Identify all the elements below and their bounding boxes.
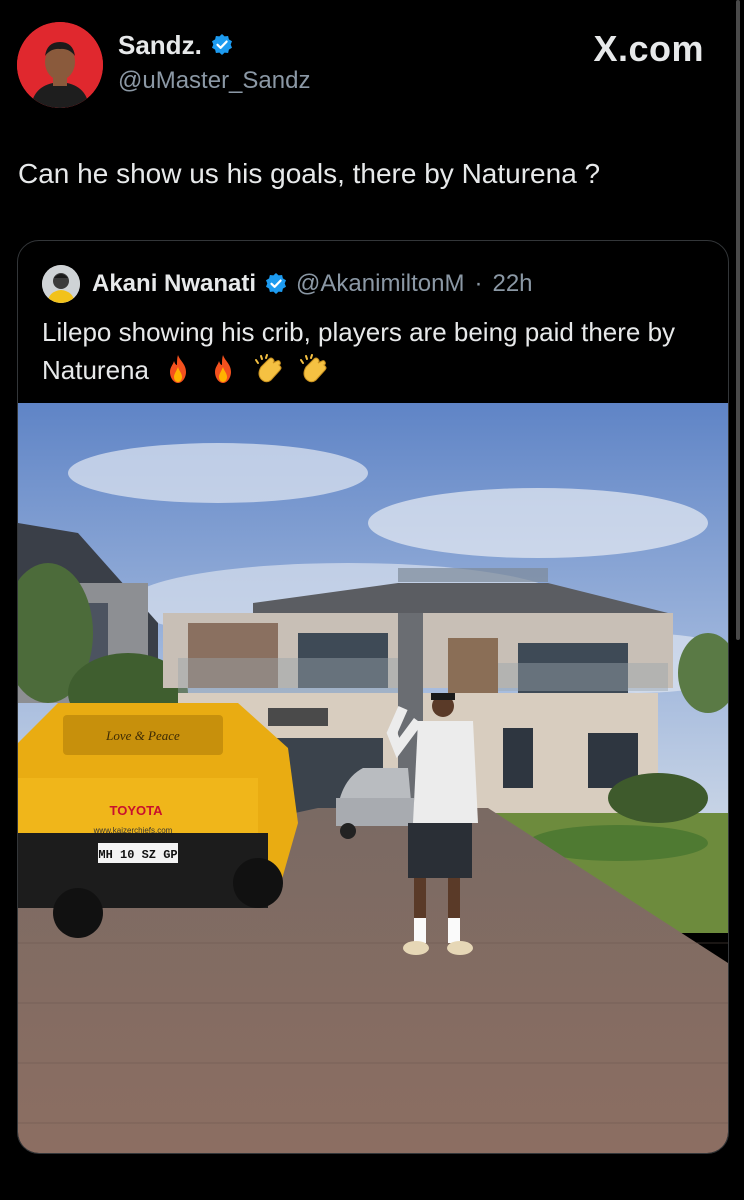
tweet-screenshot: Sandz. @uMaster_Sandz X.com Can he show … bbox=[0, 0, 744, 1200]
x-brand-logo: X.com bbox=[593, 28, 704, 69]
quoted-tweet-text-content: Lilepo showing his crib, players are bei… bbox=[42, 317, 676, 385]
author-name[interactable]: Sandz. bbox=[118, 30, 202, 60]
author-name-row[interactable]: Sandz. bbox=[118, 30, 234, 60]
verified-badge-icon bbox=[211, 34, 232, 55]
quoted-tweet-header: Akani Nwanati @AkanimiltonM · 22h bbox=[42, 265, 533, 303]
tweet-text: Can he show us his goals, there by Natur… bbox=[18, 158, 601, 189]
quoted-author-handle[interactable]: @AkanimiltonM bbox=[296, 270, 464, 298]
clapping-hands-icon bbox=[299, 354, 327, 383]
fire-icon bbox=[215, 355, 232, 383]
cloud bbox=[368, 488, 708, 558]
vehicle-brand-text: TOYOTA bbox=[110, 803, 164, 818]
cloud bbox=[68, 443, 368, 503]
person-avatar-icon bbox=[17, 22, 103, 108]
vehicle-badge-text: Love & Peace bbox=[105, 728, 180, 743]
author-avatar[interactable] bbox=[17, 22, 103, 108]
person-avatar-icon bbox=[42, 265, 80, 303]
quoted-tweet-time[interactable]: 22h bbox=[492, 270, 532, 298]
license-plate-text: MH 10 SZ GP bbox=[98, 848, 177, 862]
vehicle-website-text: www.kaizerchiefs.com bbox=[93, 826, 173, 835]
author-handle[interactable]: @uMaster_Sandz bbox=[118, 66, 310, 96]
quoted-tweet-text: Lilepo showing his crib, players are bei… bbox=[42, 313, 712, 389]
clapping-hands-icon bbox=[254, 354, 282, 383]
fire-icon bbox=[170, 355, 187, 383]
quoted-author-name[interactable]: Akani Nwanati bbox=[92, 270, 256, 298]
separator-dot: · bbox=[474, 270, 483, 297]
quoted-tweet-photo[interactable]: Love & Peace TOYOTA www.kaizerchiefs.com… bbox=[18, 403, 728, 1153]
quoted-author-avatar[interactable] bbox=[42, 265, 80, 303]
quoted-tweet-card[interactable]: Akani Nwanati @AkanimiltonM · 22h Lilepo… bbox=[17, 240, 729, 1154]
verified-badge-icon bbox=[266, 273, 287, 294]
scrollbar[interactable] bbox=[736, 0, 740, 640]
